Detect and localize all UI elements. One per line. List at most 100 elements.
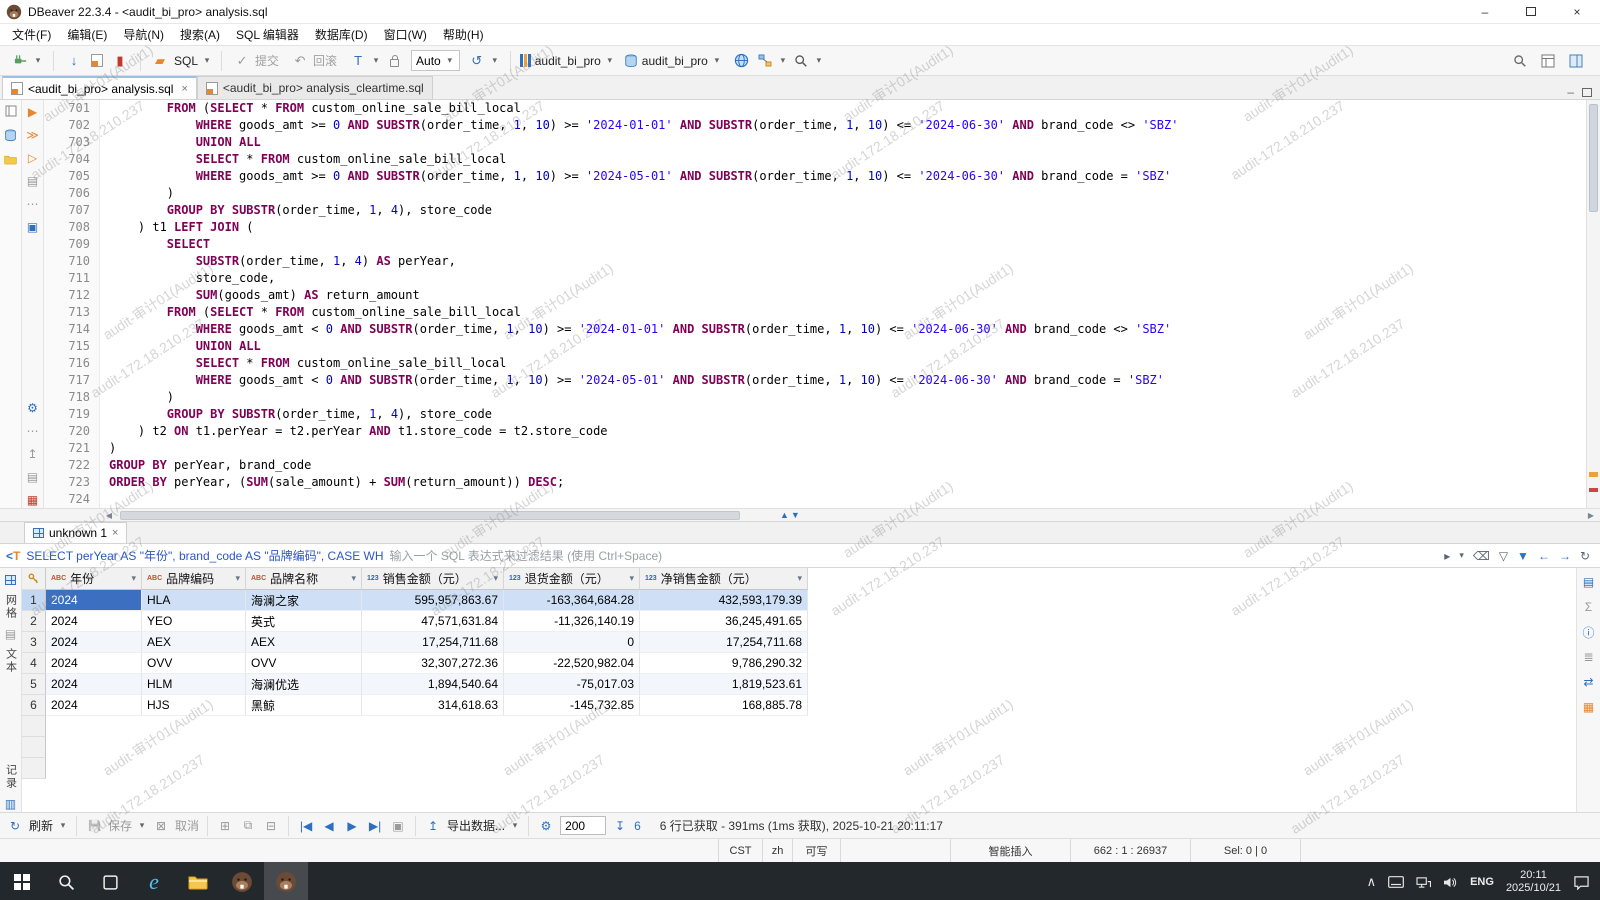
restore-panel-icon[interactable] xyxy=(2,103,20,119)
code-line[interactable]: SELECT * FROM custom_online_sale_bill_lo… xyxy=(100,355,506,372)
recent-scripts-icon[interactable]: ▮ xyxy=(110,51,130,71)
isolation-combo[interactable]: Auto ▾ xyxy=(411,50,460,71)
filter-funnel-icon[interactable]: ▼ xyxy=(1517,549,1529,563)
sql-mode-dropdown[interactable]: ▰ SQL ▾ xyxy=(147,50,215,72)
column-filter-caret[interactable]: ▾ xyxy=(351,573,356,584)
editor-vertical-scrollbar[interactable] xyxy=(1586,100,1600,508)
grid-cell[interactable]: 168,885.78 xyxy=(640,695,808,716)
empty-row-number[interactable] xyxy=(22,716,46,737)
history-back-icon[interactable]: ← xyxy=(1538,549,1550,563)
code-line[interactable]: ORDER BY perYear, (SUM(sale_amount) + SU… xyxy=(100,474,564,491)
schema-selector[interactable]: audit_bi_pro ▾ xyxy=(621,50,725,72)
toolbar-search-caret[interactable]: ▾ xyxy=(814,55,824,66)
export-button[interactable]: 导出数据... xyxy=(447,817,505,834)
code-line[interactable]: ) t1 LEFT JOIN ( xyxy=(100,219,254,236)
code-line[interactable]: ) xyxy=(100,389,174,406)
code-line[interactable]: SUBSTR(order_time, 1, 4) AS perYear, xyxy=(100,253,456,270)
code-line[interactable] xyxy=(100,491,109,508)
input-language[interactable]: ENG xyxy=(1470,876,1494,888)
grid-cell[interactable]: -11,326,140.19 xyxy=(504,611,640,632)
row-number[interactable]: 6 xyxy=(22,695,46,716)
column-filter-caret[interactable]: ▾ xyxy=(235,573,240,584)
grid-cell[interactable]: 9,786,290.32 xyxy=(640,653,808,674)
row-number[interactable]: 5 xyxy=(22,674,46,695)
database-navigator-icon[interactable] xyxy=(2,127,20,143)
save-button[interactable]: 保存 xyxy=(108,817,132,834)
filter-placeholder[interactable]: 输入一个 SQL 表达式来过滤结果 (使用 Ctrl+Space) xyxy=(390,547,1439,564)
network-icon[interactable] xyxy=(1416,876,1431,889)
tray-expand-icon[interactable]: ∧ xyxy=(1367,874,1377,890)
more-tools-icon[interactable]: ⋯ xyxy=(24,423,42,439)
export-script-icon[interactable]: ↥ xyxy=(24,446,42,462)
apply-filter-icon[interactable]: ▸ xyxy=(1444,549,1450,563)
code-line[interactable]: WHERE goods_amt >= 0 AND SUBSTR(order_ti… xyxy=(100,117,1178,134)
filter-menu-caret[interactable]: ▾ xyxy=(1459,550,1464,561)
row-number[interactable]: 1 xyxy=(22,590,46,611)
menu-sql-editor[interactable]: SQL 编辑器 xyxy=(228,24,307,45)
editor-settings-icon[interactable]: ⚙ xyxy=(24,400,42,416)
column-header-3[interactable]: ABC品牌名称▾ xyxy=(246,568,362,590)
empty-row-number[interactable] xyxy=(22,758,46,779)
grid-cell[interactable]: AEX xyxy=(142,632,246,653)
minimize-panel-icon[interactable]: – xyxy=(1567,85,1574,99)
grid-cell[interactable]: -145,732.85 xyxy=(504,695,640,716)
sash-collapse-controls[interactable]: ▲▼ xyxy=(780,509,800,522)
datasource-selector[interactable]: audit_bi_pro ▾ xyxy=(517,50,618,72)
cancel-button[interactable]: 取消 xyxy=(175,817,199,834)
column-filter-caret[interactable]: ▾ xyxy=(629,573,634,584)
grid-presentation-icon[interactable] xyxy=(2,572,20,588)
grid-cell[interactable]: 2024 xyxy=(46,590,142,611)
tab-close-icon[interactable]: × xyxy=(181,83,187,95)
grid-cell[interactable]: -163,364,684.28 xyxy=(504,590,640,611)
edit-filter-icon[interactable]: ▽ xyxy=(1499,549,1508,563)
execute-sql-icon[interactable]: ▶ xyxy=(24,104,42,120)
code-line[interactable]: UNION ALL xyxy=(100,134,261,151)
column-header-6[interactable]: 123净销售金额（元）▾ xyxy=(640,568,808,590)
open-perspective-icon[interactable] xyxy=(1538,51,1558,71)
value-viewer-panel-icon[interactable]: ▤ xyxy=(1580,574,1598,590)
menu-file[interactable]: 文件(F) xyxy=(4,24,59,45)
refresh-caret[interactable]: ▾ xyxy=(58,820,68,831)
grid-cell[interactable]: 2024 xyxy=(46,674,142,695)
grid-cell[interactable]: 432,593,179.39 xyxy=(640,590,808,611)
code-line[interactable]: store_code, xyxy=(100,270,275,287)
text-presentation-icon[interactable]: ▤ xyxy=(2,626,20,642)
text-presentation-tab[interactable]: 文本 xyxy=(3,648,19,674)
new-connection-icon[interactable] xyxy=(10,51,30,71)
filter-query-text[interactable]: SELECT perYear AS "年份", brand_code AS "品… xyxy=(26,547,383,564)
hscroll-thumb[interactable] xyxy=(120,511,740,520)
code-line[interactable]: GROUP BY SUBSTR(order_time, 1, 4), store… xyxy=(100,202,492,219)
grid-cell[interactable]: HJS xyxy=(142,695,246,716)
prev-page-icon[interactable]: ◀ xyxy=(320,817,338,835)
menu-edit[interactable]: 编辑(E) xyxy=(59,24,115,45)
action-center-icon[interactable] xyxy=(1573,875,1590,890)
minimize-button[interactable]: – xyxy=(1462,0,1508,23)
grid-cell[interactable]: 2024 xyxy=(46,632,142,653)
delete-row-icon[interactable]: ⊟ xyxy=(262,817,280,835)
grid-cell[interactable]: 2024 xyxy=(46,695,142,716)
grid-cell[interactable]: OVV xyxy=(142,653,246,674)
metadata-panel-icon[interactable]: ⓘ xyxy=(1580,624,1598,640)
code-line[interactable]: GROUP BY SUBSTR(order_time, 1, 4), store… xyxy=(100,406,492,423)
grid-cell[interactable]: 英式 xyxy=(246,611,362,632)
more-actions-icon[interactable]: ⋯ xyxy=(24,196,42,212)
code-line[interactable]: ) t2 ON t1.perYear = t2.perYear AND t1.s… xyxy=(100,423,608,440)
transaction-history-caret[interactable]: ▾ xyxy=(490,55,500,66)
globe-icon[interactable] xyxy=(732,51,752,71)
save-caret[interactable]: ▾ xyxy=(137,820,147,831)
touch-keyboard-icon[interactable] xyxy=(1388,876,1404,888)
menu-search[interactable]: 搜索(A) xyxy=(172,24,228,45)
grid-cell[interactable]: 36,245,491.65 xyxy=(640,611,808,632)
data-grid-shortcut-icon[interactable]: ▦ xyxy=(24,492,42,508)
grid-cell[interactable]: 32,307,272.36 xyxy=(362,653,504,674)
new-connection-caret[interactable]: ▾ xyxy=(33,55,43,66)
er-diagram-icon[interactable] xyxy=(755,51,775,71)
projects-panel-icon[interactable] xyxy=(2,151,20,167)
grid-cell[interactable]: AEX xyxy=(246,632,362,653)
references-panel-icon[interactable]: ⇄ xyxy=(1580,674,1598,690)
dbeaver-taskbar-button[interactable] xyxy=(220,862,264,900)
fetch-all-icon[interactable]: ↧ xyxy=(611,817,629,835)
maximize-button[interactable] xyxy=(1508,0,1554,23)
start-button[interactable] xyxy=(0,862,44,900)
taskbar-search-button[interactable] xyxy=(44,862,88,900)
